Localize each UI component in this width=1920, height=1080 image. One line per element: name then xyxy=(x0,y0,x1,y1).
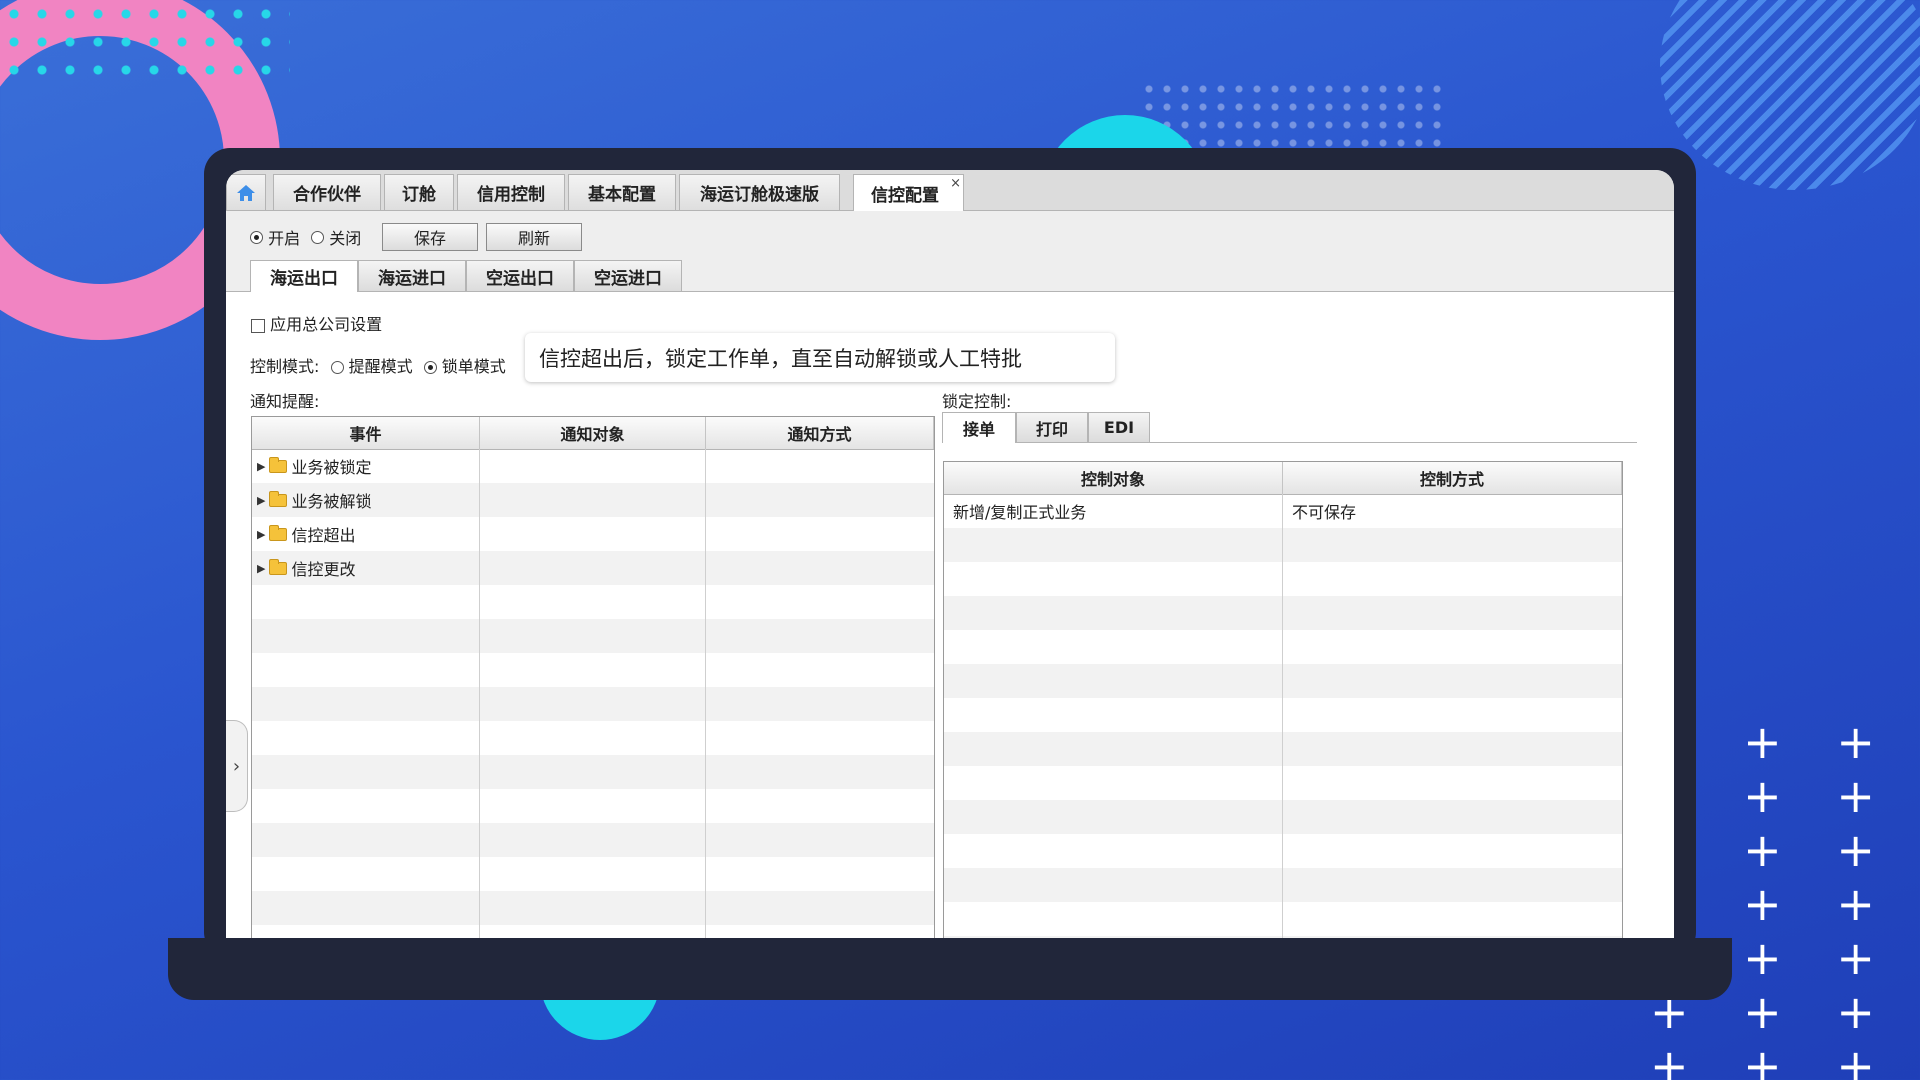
tab-basic-config[interactable]: 基本配置 xyxy=(568,174,676,210)
tab-edi[interactable]: EDI xyxy=(1088,412,1150,442)
status-toggle: 开启 关闭 xyxy=(250,225,361,249)
notify-grid-header: 事件 通知对象 通知方式 xyxy=(252,417,934,450)
expand-arrow-icon[interactable]: ▶ xyxy=(257,562,265,575)
tree-row-label: 信控更改 xyxy=(291,560,356,579)
header-notify-method[interactable]: 通知方式 xyxy=(706,417,934,449)
tab-booking[interactable]: 订舱 xyxy=(384,174,454,210)
tab-air-import[interactable]: 空运进口 xyxy=(574,260,682,291)
tree-row-label: 信控超出 xyxy=(291,526,356,545)
radio-remind-mode[interactable] xyxy=(330,361,344,374)
lock-grid-header: 控制对象 控制方式 xyxy=(944,462,1622,495)
tab-ocean-import[interactable]: 海运进口 xyxy=(358,260,466,291)
cell-control-method: 不可保存 xyxy=(1292,503,1357,522)
apply-company-row: 应用总公司设置 xyxy=(251,311,382,335)
tab-credit-control[interactable]: 信用控制 xyxy=(457,174,565,210)
lock-grid-body xyxy=(944,494,1622,938)
control-mode-label: 控制模式: xyxy=(250,357,320,376)
tree-row-unlocked[interactable]: ▶ 业务被解锁 xyxy=(252,483,371,517)
decor-cyan-dots xyxy=(0,0,290,90)
tab-partners[interactable]: 合作伙伴 xyxy=(273,174,381,210)
radio-on-label: 开启 xyxy=(268,229,301,248)
sidebar-expand-handle[interactable]: › xyxy=(226,720,248,812)
tree-row-credit-exceeded[interactable]: ▶ 信控超出 xyxy=(252,517,355,551)
toolbar: 开启 关闭 保存 刷新 海运出口 海运进口 空运出口 空运进口 xyxy=(226,211,1674,292)
cell-control-object: 新增/复制正式业务 xyxy=(953,503,1087,522)
folder-icon xyxy=(269,490,288,507)
column-divider xyxy=(1282,494,1283,938)
column-divider xyxy=(705,449,706,938)
save-button[interactable]: 保存 xyxy=(382,223,478,251)
table-row[interactable]: 新增/复制正式业务 不可保存 xyxy=(944,494,1622,528)
header-control-object[interactable]: 控制对象 xyxy=(944,462,1283,494)
tree-row-locked[interactable]: ▶ 业务被锁定 xyxy=(252,449,371,483)
tab-ocean-booking-express[interactable]: 海运订舱极速版 xyxy=(679,174,840,210)
top-tab-bar: 合作伙伴 订舱 信用控制 基本配置 海运订舱极速版 信控配置 × xyxy=(226,170,1674,211)
expand-arrow-icon[interactable]: ▶ xyxy=(257,494,265,507)
tab-credit-config[interactable]: 信控配置 × xyxy=(853,174,964,211)
apply-company-label: 应用总公司设置 xyxy=(270,315,383,334)
folder-icon xyxy=(269,558,288,575)
radio-off[interactable] xyxy=(311,230,325,244)
folder-icon xyxy=(269,524,288,541)
tab-order-receive[interactable]: 接单 xyxy=(942,412,1016,443)
tab-air-export[interactable]: 空运出口 xyxy=(466,260,574,291)
tab-ocean-export[interactable]: 海运出口 xyxy=(250,260,358,292)
lock-mode-label: 锁单模式 xyxy=(441,357,506,376)
notify-grid: 事件 通知对象 通知方式 ▶ 业务被锁定 ▶ 业务被解锁 ▶ 信控超出 ▶ 信控… xyxy=(251,416,935,938)
folder-icon xyxy=(269,456,288,473)
radio-off-label: 关闭 xyxy=(329,229,362,248)
remind-mode-label: 提醒模式 xyxy=(348,357,413,376)
notify-section-label: 通知提醒: xyxy=(250,392,320,411)
tab-home[interactable] xyxy=(226,174,266,210)
laptop-base xyxy=(168,938,1732,1000)
lock-control-tabs: 接单 打印 EDI xyxy=(942,412,1637,443)
app-screen: 合作伙伴 订舱 信用控制 基本配置 海运订舱极速版 信控配置 × 开启 关闭 保… xyxy=(226,170,1674,938)
close-icon[interactable]: × xyxy=(950,176,961,191)
apply-company-checkbox[interactable] xyxy=(251,318,265,333)
tooltip: 信控超出后，锁定工作单，直至自动解锁或人工特批 xyxy=(525,333,1115,382)
chevron-right-icon: › xyxy=(232,755,241,777)
expand-arrow-icon[interactable]: ▶ xyxy=(257,528,265,541)
home-icon xyxy=(237,184,255,201)
tree-row-credit-changed[interactable]: ▶ 信控更改 xyxy=(252,551,355,585)
header-control-method[interactable]: 控制方式 xyxy=(1283,462,1622,494)
decor-striped-circle xyxy=(1660,0,1920,190)
sub-tab-bar: 海运出口 海运进口 空运出口 空运进口 xyxy=(226,257,1674,292)
radio-lock-mode[interactable] xyxy=(423,361,437,374)
column-divider xyxy=(479,449,480,938)
control-mode-row: 控制模式: 提醒模式 锁单模式 xyxy=(250,353,506,377)
header-notify-target[interactable]: 通知对象 xyxy=(480,417,706,449)
radio-on[interactable] xyxy=(250,230,263,244)
lock-control-grid: 控制对象 控制方式 新增/复制正式业务 不可保存 xyxy=(943,461,1623,938)
tree-row-label: 业务被锁定 xyxy=(291,458,372,477)
tab-print[interactable]: 打印 xyxy=(1016,412,1088,442)
header-event[interactable]: 事件 xyxy=(252,417,480,449)
lock-section-label: 锁定控制: xyxy=(942,392,1012,411)
expand-arrow-icon[interactable]: ▶ xyxy=(257,460,265,473)
refresh-button[interactable]: 刷新 xyxy=(486,223,582,251)
tab-credit-config-label: 信控配置 xyxy=(871,185,939,206)
decor-white-dots xyxy=(1140,80,1450,150)
tree-row-label: 业务被解锁 xyxy=(291,492,372,511)
